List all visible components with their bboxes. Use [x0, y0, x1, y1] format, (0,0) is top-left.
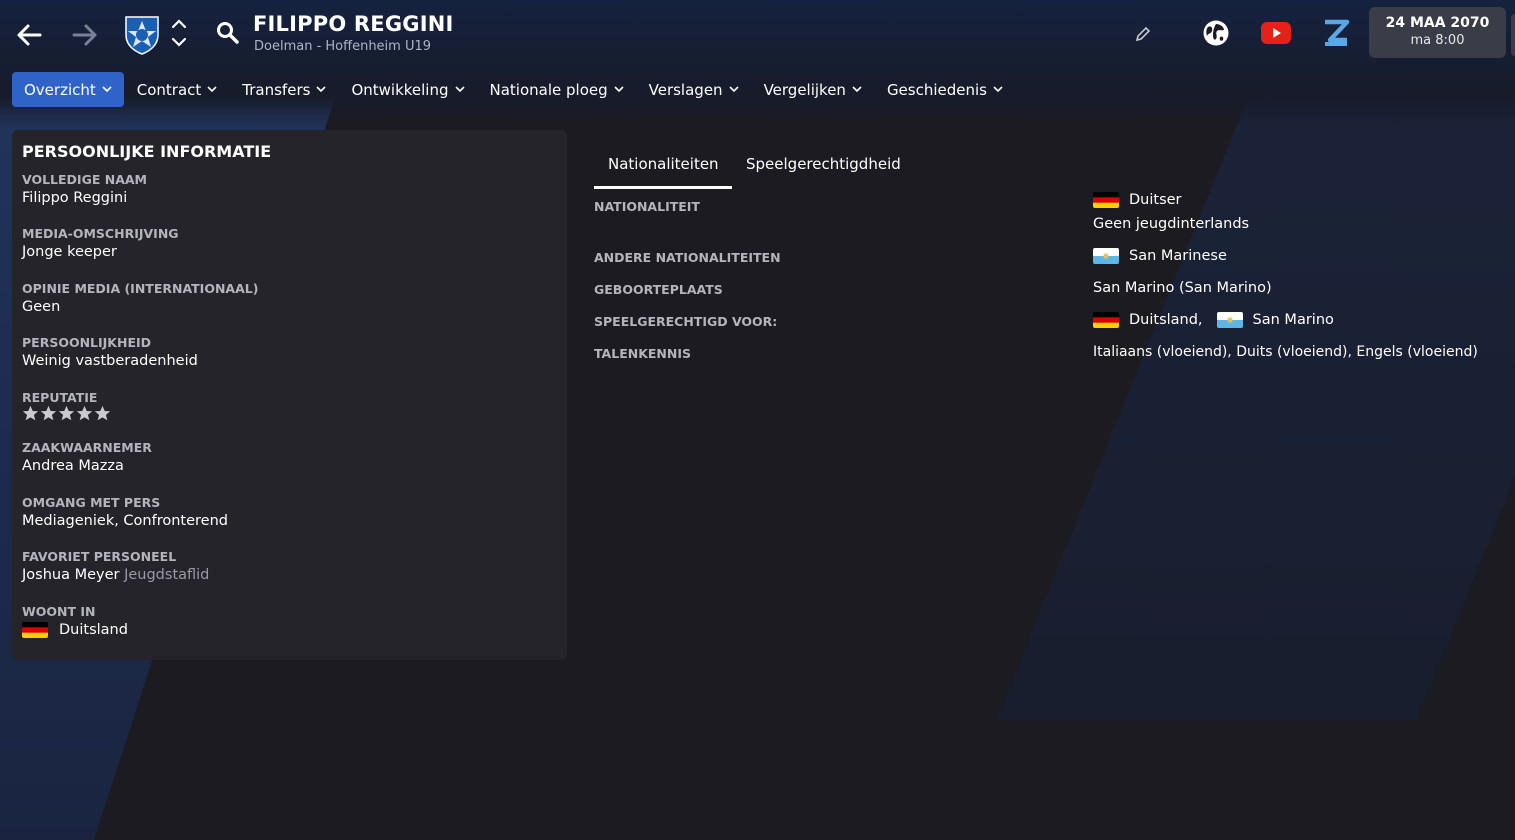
- field-value-persoonlijkheid: Weinig vastberadenheid: [22, 353, 198, 369]
- tab-nationale-ploeg[interactable]: Nationale ploeg: [478, 72, 636, 107]
- star-icon: [22, 405, 39, 421]
- label-geboorteplaats: GEBOORTEPLAATS: [594, 282, 723, 297]
- forward-arrow-icon[interactable]: [70, 20, 100, 50]
- tab-overzicht[interactable]: Overzicht: [12, 72, 124, 107]
- field-value-woont-in: Duitsland: [22, 622, 128, 638]
- chevron-down-icon: [728, 86, 739, 93]
- field-label-volledige-naam: VOLLEDIGE NAAM: [22, 172, 147, 187]
- chevron-down-icon: [207, 86, 217, 93]
- field-value-opinie-media: Geen: [22, 299, 61, 315]
- player-subtitle[interactable]: Doelman - Hoffenheim U19: [254, 39, 431, 54]
- eligible-country-2[interactable]: San Marino: [1253, 312, 1334, 328]
- star-icon: [76, 405, 93, 421]
- tab-geschiedenis[interactable]: Geschiedenis: [875, 72, 1015, 107]
- woont-in-country[interactable]: Duitsland: [59, 622, 128, 638]
- star-icon: [94, 405, 111, 421]
- date-label: 24 MAA 2070: [1385, 15, 1490, 31]
- eligible-country-1[interactable]: Duitsland,: [1129, 312, 1203, 328]
- field-label-persoonlijkheid: PERSOONLIJKHEID: [22, 335, 152, 350]
- z-logo-icon[interactable]: [1322, 18, 1350, 48]
- chevron-down-icon: [102, 86, 112, 93]
- field-label-media-omschrijving: MEDIA-OMSCHRIJVING: [22, 226, 179, 241]
- panel-title: PERSOONLIJKE INFORMATIE: [22, 142, 272, 161]
- star-icon: [58, 405, 75, 421]
- reputation-stars: [22, 405, 111, 422]
- chevron-up-icon[interactable]: [170, 17, 188, 31]
- main-tabs: Overzicht Contract Transfers Ontwikkelin…: [12, 72, 1016, 107]
- chevron-down-icon: [454, 86, 465, 93]
- field-label-opinie-media: OPINIE MEDIA (INTERNATIONAAL): [22, 281, 259, 296]
- label-nationaliteit: NATIONALITEIT: [594, 199, 700, 214]
- globe-icon[interactable]: [1202, 19, 1230, 47]
- date-button[interactable]: 24 MAA 2070 ma 8:00: [1369, 7, 1506, 58]
- field-label-omgang-met-pers: OMGANG MET PERS: [22, 495, 161, 510]
- germany-flag-icon: [22, 622, 48, 638]
- youtube-icon[interactable]: [1261, 22, 1291, 44]
- san-marino-flag-icon: [1216, 312, 1243, 328]
- tab-verslagen[interactable]: Verslagen: [637, 72, 751, 107]
- tab-vergelijken[interactable]: Vergelijken: [752, 72, 874, 107]
- field-value-media-omschrijving: Jonge keeper: [22, 244, 117, 260]
- label-talenkennis: TALENKENNIS: [594, 346, 691, 361]
- value-speelgerechtigd-voor: Duitsland, San Marino: [1093, 312, 1334, 328]
- germany-flag-icon: [1093, 192, 1119, 208]
- value-andere-nationaliteiten: San Marinese: [1093, 248, 1227, 264]
- tab-contract[interactable]: Contract: [125, 72, 230, 107]
- tab-transfers[interactable]: Transfers: [230, 72, 338, 107]
- club-crest-icon[interactable]: [122, 13, 162, 55]
- subtab-nationaliteiten[interactable]: Nationaliteiten: [608, 155, 719, 173]
- nationality-name[interactable]: Duitser: [1129, 192, 1182, 208]
- pencil-icon[interactable]: [1133, 24, 1153, 44]
- time-label: ma 8:00: [1410, 33, 1465, 48]
- player-name: FILIPPO REGGINI: [253, 12, 454, 36]
- chevron-down-icon[interactable]: [170, 35, 188, 49]
- tab-ontwikkeling[interactable]: Ontwikkeling: [339, 72, 476, 107]
- field-value-zaakwaarnemer[interactable]: Andrea Mazza: [22, 458, 124, 474]
- edge-continue-button[interactable]: [1511, 14, 1515, 56]
- value-nationaliteit: Duitser: [1093, 192, 1182, 208]
- favorite-staff-name[interactable]: Joshua Meyer: [22, 567, 119, 583]
- field-label-zaakwaarnemer: ZAAKWAARNEMER: [22, 440, 152, 455]
- back-arrow-icon[interactable]: [14, 20, 44, 50]
- field-value-volledige-naam: Filippo Reggini: [22, 190, 128, 206]
- subtab-speelgerechtigdheid[interactable]: Speelgerechtigdheid: [746, 155, 901, 173]
- field-value-omgang-met-pers: Mediageniek, Confronterend: [22, 513, 228, 529]
- field-label-favoriet-personeel: FAVORIET PERSONEEL: [22, 549, 177, 564]
- active-subtab-indicator: [594, 186, 732, 189]
- chevron-down-icon: [852, 86, 862, 93]
- field-label-reputatie: REPUTATIE: [22, 390, 98, 405]
- chevron-down-icon: [614, 86, 624, 93]
- other-nationality-name[interactable]: San Marinese: [1129, 248, 1227, 264]
- favorite-staff-role: Jeugdstaflid: [124, 567, 210, 583]
- san-marino-flag-icon: [1093, 248, 1119, 264]
- chevron-down-icon: [993, 86, 1003, 93]
- germany-flag-icon: [1093, 312, 1119, 328]
- search-icon[interactable]: [215, 20, 241, 46]
- field-value-favoriet-personeel: Joshua Meyer Jeugdstaflid: [22, 567, 209, 583]
- label-speelgerechtigd-voor: SPEELGERECHTIGD VOOR:: [594, 314, 778, 329]
- chevron-down-icon: [316, 86, 327, 93]
- label-andere-nationaliteiten: ANDERE NATIONALITEITEN: [594, 250, 781, 265]
- field-label-woont-in: WOONT IN: [22, 604, 96, 619]
- value-geboorteplaats[interactable]: San Marino (San Marino): [1093, 280, 1272, 296]
- value-nationaliteit-note: Geen jeugdinterlands: [1093, 216, 1250, 232]
- value-talenkennis: Italiaans (vloeiend), Duits (vloeiend), …: [1093, 344, 1478, 360]
- star-icon: [40, 405, 57, 421]
